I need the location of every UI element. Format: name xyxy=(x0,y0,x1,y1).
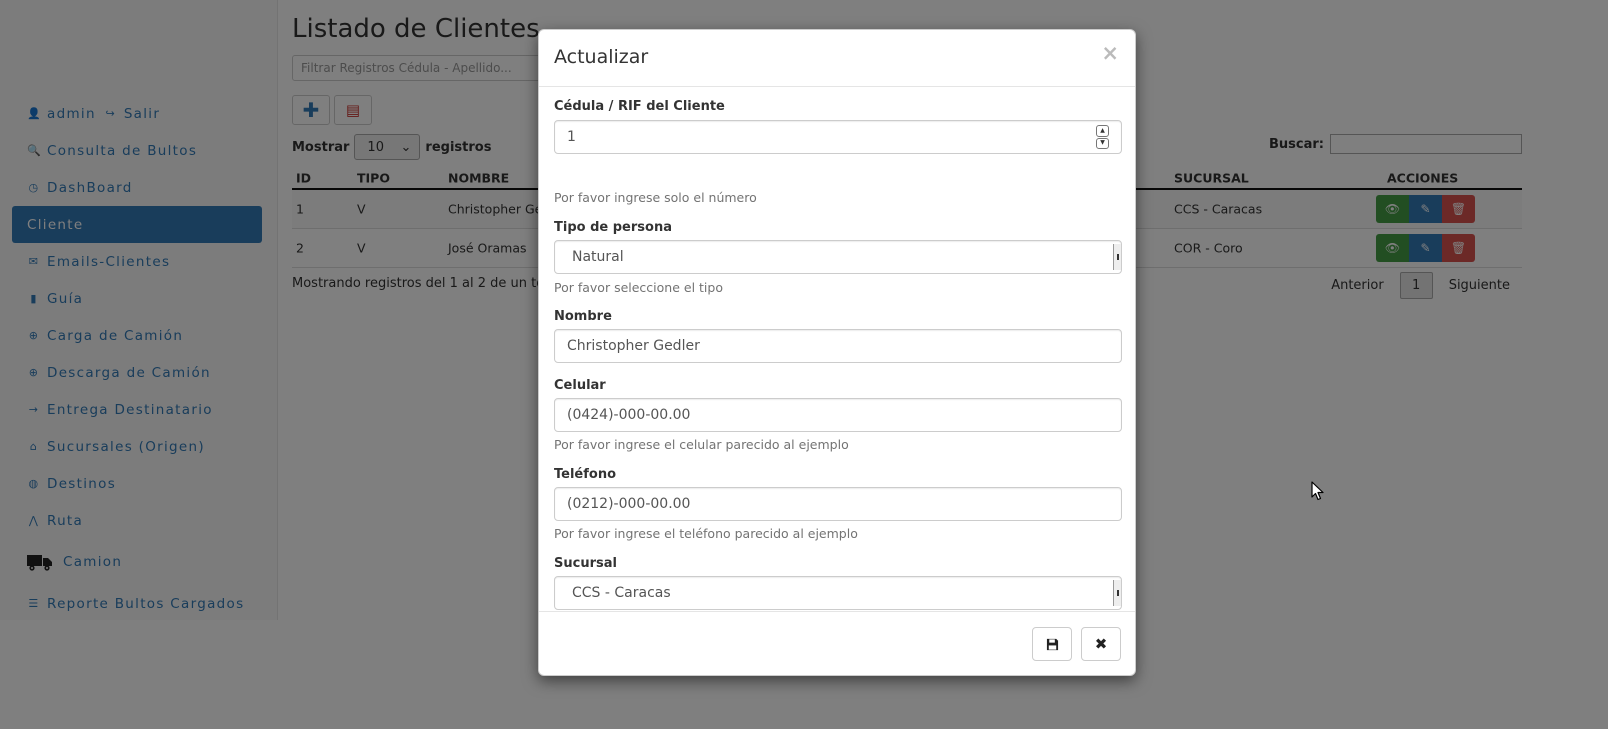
cedula-value: 1 xyxy=(567,129,576,145)
tipo-label: Tipo de persona xyxy=(554,220,672,235)
tipo-value: Natural xyxy=(572,249,624,265)
nombre-label: Nombre xyxy=(554,309,612,324)
celular-value: (0424)-000-00.00 xyxy=(567,407,691,423)
modal-title: Actualizar xyxy=(554,46,649,68)
celular-label: Celular xyxy=(554,378,606,393)
save-button[interactable] xyxy=(1032,627,1072,661)
cancel-button[interactable]: ✖ xyxy=(1081,627,1121,661)
select-arrow-icon xyxy=(1113,580,1121,606)
nombre-value: Christopher Gedler xyxy=(567,338,700,354)
celular-help: Por favor ingrese el celular parecido al… xyxy=(554,437,849,452)
nombre-field[interactable]: Christopher Gedler xyxy=(554,329,1122,363)
cedula-label: Cédula / RIF del Cliente xyxy=(554,99,725,114)
cedula-help: Por favor ingrese solo el número xyxy=(554,190,757,205)
sucursal-value: CCS - Caracas xyxy=(572,585,671,601)
tipo-help: Por favor seleccione el tipo xyxy=(554,280,723,295)
number-spinner[interactable]: ▲ ▼ xyxy=(1096,125,1109,149)
cedula-field[interactable]: 1 ▲ ▼ xyxy=(554,120,1122,154)
floppy-disk-icon xyxy=(1046,638,1058,650)
spin-down-icon[interactable]: ▼ xyxy=(1096,137,1109,149)
update-client-modal: Actualizar × Cédula / RIF del Cliente 1 … xyxy=(538,29,1136,676)
sucursal-select[interactable]: CCS - Caracas xyxy=(554,576,1122,610)
telefono-value: (0212)-000-00.00 xyxy=(567,496,691,512)
sucursal-label: Sucursal xyxy=(554,556,617,571)
close-icon: ✖ xyxy=(1094,635,1108,653)
telefono-help: Por favor ingrese el teléfono parecido a… xyxy=(554,526,858,541)
mouse-cursor-icon xyxy=(1311,481,1324,501)
select-arrow-icon xyxy=(1113,244,1121,270)
modal-header: Actualizar × xyxy=(539,30,1135,87)
tipo-select[interactable]: Natural xyxy=(554,240,1122,274)
telefono-label: Teléfono xyxy=(554,467,617,482)
spin-up-icon[interactable]: ▲ xyxy=(1096,125,1109,137)
close-icon[interactable]: × xyxy=(1101,43,1119,64)
telefono-field[interactable]: (0212)-000-00.00 xyxy=(554,487,1122,521)
celular-field[interactable]: (0424)-000-00.00 xyxy=(554,398,1122,432)
modal-footer: ✖ xyxy=(539,611,1135,677)
